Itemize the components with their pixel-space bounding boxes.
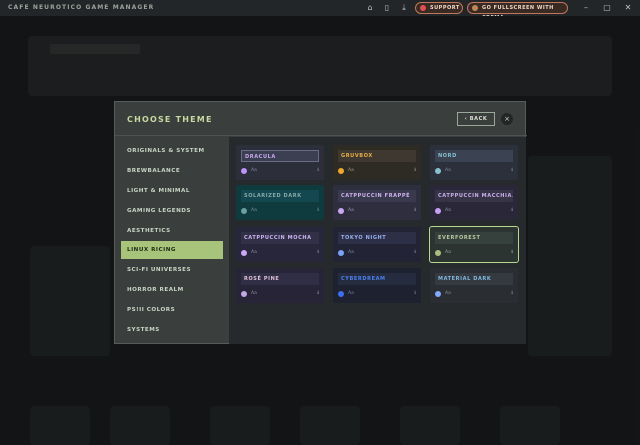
theme-color-dot xyxy=(241,208,247,214)
theme-name: EVERFOREST xyxy=(435,232,513,244)
category-item[interactable]: PS!II COLORS xyxy=(121,301,223,319)
theme-sample-text: Aa xyxy=(445,291,451,296)
theme-sample-text: Aa xyxy=(251,208,257,213)
theme-color-dot xyxy=(338,168,344,174)
dialog-title: CHOOSE THEME xyxy=(127,115,213,124)
theme-sample-text: Aa xyxy=(348,250,354,255)
category-item[interactable]: LINUX RICING xyxy=(121,241,223,259)
theme-sample-text: Aa xyxy=(251,168,257,173)
theme-name: TOKYO NIGHT xyxy=(338,232,416,244)
theme-card[interactable]: TOKYO NIGHT Aa ℹ︎ xyxy=(333,227,421,262)
category-item[interactable]: SCI-FI UNIVERSES xyxy=(121,261,223,279)
theme-card[interactable]: NORD Aa ℹ︎ xyxy=(430,145,518,180)
theme-card[interactable]: EVERFOREST Aa ℹ︎ xyxy=(429,226,519,263)
category-item[interactable]: ORIGINALS & SYSTEM xyxy=(121,142,223,160)
theme-sample-text: Aa xyxy=(348,291,354,296)
dialog-header: CHOOSE THEME ‹ BACK × xyxy=(115,102,527,136)
back-button[interactable]: ‹ BACK xyxy=(457,112,495,126)
theme-name: GRUVBOX xyxy=(338,150,416,162)
theme-color-dot xyxy=(435,291,441,297)
theme-sample-text: Aa xyxy=(348,208,354,213)
theme-color-dot xyxy=(435,208,441,214)
theme-color-dot xyxy=(435,168,441,174)
app-title: CAFE NEUROTICO GAME MANAGER xyxy=(8,4,155,11)
theme-color-dot xyxy=(338,291,344,297)
theme-info-icon: ℹ︎ xyxy=(317,250,319,255)
theme-info-icon: ℹ︎ xyxy=(414,250,416,255)
theme-card[interactable]: GRUVBOX Aa ℹ︎ xyxy=(333,145,421,180)
choose-theme-dialog: CHOOSE THEME ‹ BACK × ORIGINALS & SYSTEM… xyxy=(114,101,527,344)
title-bar: CAFE NEUROTICO GAME MANAGER ⌂ ▯ ⤓ SUPPOR… xyxy=(0,0,640,21)
theme-info-icon: ℹ︎ xyxy=(511,168,513,173)
theme-info-icon: ℹ︎ xyxy=(511,208,513,213)
theme-name: CYBERDREAM xyxy=(338,273,416,285)
theme-info-icon: ℹ︎ xyxy=(511,291,513,296)
support-label: SUPPORT xyxy=(430,5,460,11)
theme-info-icon: ℹ︎ xyxy=(317,291,319,296)
theme-card[interactable]: DRACULA Aa ℹ︎ xyxy=(236,145,324,180)
theme-info-icon: ℹ︎ xyxy=(317,208,319,213)
theme-card[interactable]: CATPPUCCIN FRAPPÉ Aa ℹ︎ xyxy=(333,185,421,220)
theme-color-dot xyxy=(241,291,247,297)
theme-info-icon: ℹ︎ xyxy=(414,208,416,213)
theme-name: DRACULA xyxy=(241,150,319,162)
close-icon[interactable]: × xyxy=(501,113,513,125)
category-item[interactable]: HORROR REALM xyxy=(121,281,223,299)
theme-color-dot xyxy=(435,250,441,256)
fullscreen-button[interactable]: GO FULLSCREEN WITH CREMA xyxy=(467,2,568,21)
coffee-icon xyxy=(472,5,478,11)
theme-name: ROSÉ PINE xyxy=(241,273,319,285)
theme-name: CATPPUCCIN MOCHA xyxy=(241,232,319,244)
category-item[interactable]: SYSTEMS xyxy=(121,321,223,339)
theme-name: CATPPUCCIN MACCHIA... xyxy=(435,190,513,202)
theme-info-icon: ℹ︎ xyxy=(414,291,416,296)
theme-color-dot xyxy=(338,250,344,256)
theme-sample-text: Aa xyxy=(348,168,354,173)
heart-icon xyxy=(420,5,426,11)
theme-color-dot xyxy=(338,208,344,214)
theme-card[interactable]: CATPPUCCIN MACCHIA... Aa ℹ︎ xyxy=(430,185,518,220)
theme-info-icon: ℹ︎ xyxy=(317,168,319,173)
close-window-button[interactable]: ✕ xyxy=(622,2,634,14)
theme-sample-text: Aa xyxy=(251,291,257,296)
category-item[interactable]: AESTHETICS xyxy=(121,222,223,240)
theme-card[interactable]: CYBERDREAM Aa ℹ︎ xyxy=(333,268,421,303)
theme-card[interactable]: CATPPUCCIN MOCHA Aa ℹ︎ xyxy=(236,227,324,262)
support-button[interactable]: SUPPORT xyxy=(415,2,463,14)
theme-sample-text: Aa xyxy=(251,250,257,255)
download-icon[interactable]: ⤓ xyxy=(399,3,409,13)
theme-color-dot xyxy=(241,250,247,256)
category-item[interactable]: BREWBALANCE xyxy=(121,162,223,180)
minimize-button[interactable]: – xyxy=(580,2,592,14)
theme-info-icon: ℹ︎ xyxy=(511,250,513,255)
theme-name: NORD xyxy=(435,150,513,162)
category-item[interactable]: GAMING LEGENDS xyxy=(121,202,223,220)
book-icon[interactable]: ▯ xyxy=(382,3,392,13)
theme-name: SOLARIZED DARK xyxy=(241,190,319,202)
theme-name: MATERIAL DARK xyxy=(435,273,513,285)
theme-card[interactable]: ROSÉ PINE Aa ℹ︎ xyxy=(236,268,324,303)
theme-name: CATPPUCCIN FRAPPÉ xyxy=(338,190,416,202)
theme-card[interactable]: SOLARIZED DARK Aa ℹ︎ xyxy=(236,185,324,220)
theme-color-dot xyxy=(241,168,247,174)
category-item[interactable]: LIGHT & MINIMAL xyxy=(121,182,223,200)
theme-sample-text: Aa xyxy=(445,250,451,255)
theme-card[interactable]: MATERIAL DARK Aa ℹ︎ xyxy=(430,268,518,303)
home-icon[interactable]: ⌂ xyxy=(365,3,375,13)
theme-sample-text: Aa xyxy=(445,168,451,173)
theme-sample-text: Aa xyxy=(445,208,451,213)
maximize-button[interactable]: ▢ xyxy=(601,2,613,14)
theme-grid: DRACULA Aa ℹ︎ GRUVBOX Aa ℹ︎ NORD Aa ℹ︎ SOLARIZED … xyxy=(229,137,526,344)
theme-info-icon: ℹ︎ xyxy=(414,168,416,173)
back-label: BACK xyxy=(469,116,488,122)
